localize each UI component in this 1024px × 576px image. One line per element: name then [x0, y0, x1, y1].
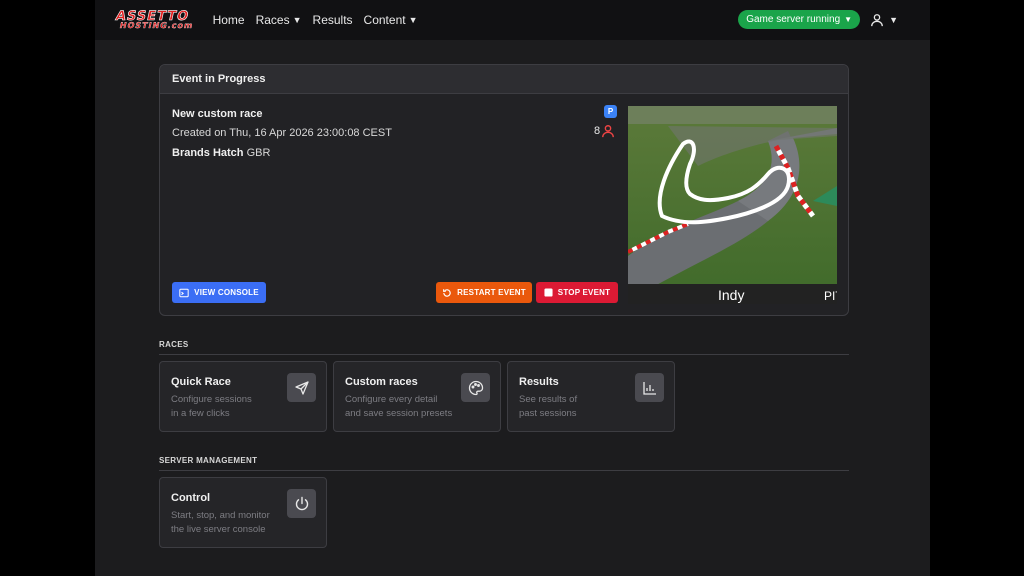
- palette-icon: [461, 373, 490, 402]
- tile-desc-line: the live server console: [171, 524, 266, 535]
- caret-down-icon: ▼: [844, 15, 853, 24]
- caret-down-icon: ▼: [889, 14, 898, 25]
- divider: [159, 470, 849, 471]
- tile-title: Custom races: [345, 376, 418, 388]
- server-status-label: Game server running: [746, 14, 841, 25]
- view-console-button[interactable]: VIEW CONSOLE: [172, 282, 266, 303]
- brand-logo[interactable]: ASSETTO HOSTING.com: [113, 9, 197, 30]
- track-country: GBR: [246, 147, 271, 159]
- tile-title: Results: [519, 376, 559, 388]
- restart-icon: [443, 288, 451, 297]
- event-card: Event in Progress New custom race Create…: [159, 64, 849, 316]
- tile-description: Start, stop, and monitor the live server …: [171, 509, 291, 537]
- preview-label-pit: PIT: [824, 289, 837, 303]
- event-created: Created on Thu, 16 Apr 2026 23:00:08 CES…: [172, 127, 392, 139]
- power-icon: [287, 489, 316, 518]
- user-icon: [871, 13, 883, 26]
- user-menu[interactable]: ▼: [870, 13, 898, 27]
- nav-races[interactable]: Races ▼: [256, 13, 302, 27]
- tile-description: See results of past sessions: [519, 393, 629, 421]
- tile-custom-races[interactable]: Custom races Configure every detail and s…: [333, 361, 501, 432]
- restart-event-label: RESTART EVENT: [457, 288, 526, 297]
- event-name: New custom race: [172, 108, 263, 120]
- nav-results-label: Results: [312, 13, 353, 27]
- restart-event-button[interactable]: RESTART EVENT: [436, 282, 532, 303]
- tile-description: Configure sessions in a few clicks: [171, 393, 281, 421]
- driver-count-value: 8: [594, 125, 601, 137]
- console-icon: [179, 288, 189, 297]
- tile-desc-line: past sessions: [519, 408, 577, 419]
- pickup-mode-badge: P: [604, 105, 617, 118]
- caret-down-icon: ▼: [408, 15, 418, 25]
- tile-title: Quick Race: [171, 376, 231, 388]
- tile-description: Configure every detail and save session p…: [345, 393, 465, 421]
- driver-icon: [602, 125, 615, 138]
- tile-quick-race[interactable]: Quick Race Configure sessions in a few cl…: [159, 361, 327, 432]
- section-title-server-management: SERVER MANAGEMENT: [159, 456, 258, 465]
- plane-icon: [287, 373, 316, 402]
- section-title-races: RACES: [159, 340, 189, 349]
- chart-icon: [635, 373, 664, 402]
- track-name: Brands Hatch: [172, 147, 244, 159]
- divider: [159, 354, 849, 355]
- track-preview-image: Indy PIT: [628, 106, 837, 304]
- tile-title: Control: [171, 492, 211, 504]
- nav-content[interactable]: Content ▼: [364, 13, 418, 27]
- nav-home[interactable]: Home: [213, 13, 245, 27]
- tile-desc-line: in a few clicks: [171, 408, 230, 419]
- tile-desc-line: See results of: [519, 394, 578, 405]
- tile-desc-line: Configure sessions: [171, 394, 252, 405]
- nav-home-label: Home: [212, 13, 245, 27]
- tile-desc-line: Start, stop, and monitor: [171, 510, 270, 521]
- nav-races-label: Races: [255, 13, 290, 27]
- stop-icon: [544, 288, 553, 297]
- tile-results[interactable]: Results See results of past sessions: [507, 361, 675, 432]
- tile-desc-line: Configure every detail: [345, 394, 438, 405]
- tile-control[interactable]: Control Start, stop, and monitor the live…: [159, 477, 327, 548]
- event-card-header: Event in Progress: [160, 65, 848, 94]
- caret-down-icon: ▼: [292, 15, 302, 25]
- stop-event-button[interactable]: STOP EVENT: [536, 282, 618, 303]
- driver-count: 8: [594, 124, 615, 138]
- view-console-label: VIEW CONSOLE: [194, 288, 259, 297]
- navbar: ASSETTO HOSTING.com Home Races ▼ Results …: [95, 0, 930, 40]
- nav-content-label: Content: [363, 13, 406, 27]
- page: ASSETTO HOSTING.com Home Races ▼ Results …: [95, 0, 930, 576]
- logo-text-sub: HOSTING.com: [118, 21, 195, 30]
- tile-desc-line: and save session presets: [345, 408, 453, 419]
- stop-event-label: STOP EVENT: [557, 288, 611, 297]
- preview-label-indy: Indy: [718, 287, 744, 303]
- event-track: Brands Hatch GBR: [172, 147, 270, 159]
- server-status-button[interactable]: Game server running ▼: [738, 10, 861, 29]
- nav-results[interactable]: Results: [313, 13, 353, 27]
